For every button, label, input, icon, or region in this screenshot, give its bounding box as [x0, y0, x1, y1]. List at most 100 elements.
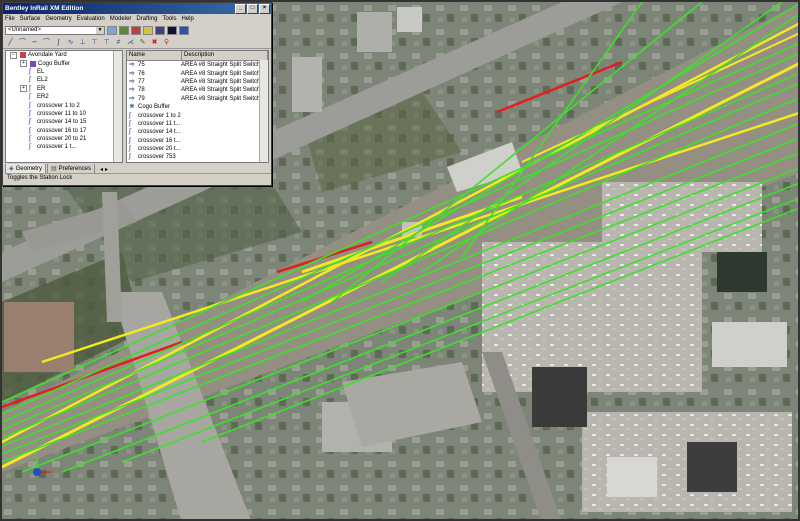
expand-icon[interactable]: + [20, 60, 27, 68]
folder-icon [20, 52, 26, 59]
list-row[interactable]: ∫ crossover 753 [127, 153, 268, 161]
list-row[interactable]: ∫ crossover 14 t... [127, 128, 268, 136]
evaluate-icon[interactable] [131, 25, 141, 35]
alignment-icon: ∫ [129, 111, 131, 119]
menu-help[interactable]: Help [181, 16, 193, 22]
station-tool-icon[interactable]: ⊤ [89, 38, 100, 47]
edit-tool-icon[interactable]: ✎ [137, 38, 148, 47]
list-row[interactable]: ∫ crossover 16 t... [127, 137, 268, 145]
display-icon[interactable] [167, 25, 177, 35]
tree-item-label: crossover 16 to 17 [37, 127, 87, 134]
status-bar: Toggles the Station Lock [5, 173, 271, 183]
expand-icon[interactable]: + [20, 85, 27, 93]
list-row-description: AREA #8 Straight Split Switch [181, 70, 261, 77]
tree-item-label: ER2 [37, 94, 49, 101]
tree-pane[interactable]: − Avondale Yard + Cogo Buffer ∫ EL ∫ EL2… [5, 50, 123, 163]
tree-scrollbar[interactable] [113, 51, 122, 162]
alignment-icon: ∫ [129, 119, 131, 127]
surface-icon[interactable] [119, 25, 129, 35]
alignment-icon: ∫ [129, 153, 131, 161]
list-row-name: ∫ crossover 11 t... [127, 119, 181, 127]
alignment-icon: ∫ [29, 109, 31, 117]
list-row-description: AREA #8 Straight Split Switch [181, 87, 261, 94]
list-row-name: ⥤ 75 [127, 61, 181, 69]
tree-item[interactable]: ∫ crossover 20 to 21 [6, 135, 122, 143]
menu-drafting[interactable]: Drafting [136, 16, 157, 22]
alignment-icon: ∫ [29, 84, 31, 92]
tree-item[interactable]: ∫ crossover 14 to 15 [6, 118, 122, 126]
inrail-window[interactable]: Bentley InRail XM Edition _ □ × File Sur… [2, 2, 272, 186]
spiral-tool-icon[interactable]: ∫ [53, 38, 64, 47]
draft-icon[interactable] [155, 25, 165, 35]
list-row-name-text: crossover 16 t... [138, 137, 181, 144]
minimize-button[interactable]: _ [235, 3, 246, 14]
tab-scroll-right-icon[interactable]: ▸ [105, 166, 108, 173]
close-button[interactable]: × [259, 3, 270, 14]
list-row[interactable]: ⥤ 78 AREA #8 Straight Split Switch [127, 86, 268, 94]
toolbar-top: <Unnamed> ▼ [3, 24, 271, 36]
turnout-tool-icon[interactable]: ⋌ [125, 38, 136, 47]
menu-geometry[interactable]: Geometry [45, 16, 71, 22]
tree-item[interactable]: ∫ crossover 11 to 10 [6, 110, 122, 118]
menu-bar: File Surface Geometry Evaluation Modeler… [3, 14, 271, 24]
list-pane[interactable]: Name Description ⥤ 75 AREA #8 Straight Spl… [126, 50, 269, 163]
line-tool-icon[interactable]: ╱ [5, 38, 16, 47]
list-row-name-text: crossover 753 [138, 154, 176, 161]
list-row[interactable]: ⥤ 76 AREA #8 Straight Split Switch [127, 69, 268, 77]
tree-item[interactable]: − Avondale Yard [6, 51, 122, 59]
menu-modeler[interactable]: Modeler [110, 16, 132, 22]
open-icon[interactable] [107, 25, 117, 35]
list-scrollbar[interactable] [259, 60, 268, 162]
polyline-tool-icon[interactable]: ⌒ [17, 38, 28, 47]
list-row[interactable]: ⋇ Cogo Buffer [127, 103, 268, 111]
tree-item[interactable]: ∫ crossover 1 to 2 [6, 101, 122, 109]
list-row-name-text: 75 [138, 62, 145, 69]
alignment-icon: ∫ [29, 118, 31, 126]
list-row[interactable]: ⥤ 75 AREA #8 Straight Split Switch [127, 61, 268, 69]
cogo-icon [30, 60, 36, 67]
tree-item-label: Cogo Buffer [38, 60, 70, 67]
tree-item[interactable]: ∫ crossover 1 t... [6, 143, 122, 151]
tree-item[interactable]: ∫ crossover 16 to 17 [6, 127, 122, 135]
chevron-down-icon[interactable]: ▼ [96, 26, 104, 34]
switch-tool-icon[interactable]: ≠ [113, 38, 124, 47]
list-row[interactable]: ⥤ 79 AREA #8 Straight Split Switch [127, 95, 268, 103]
collapse-icon[interactable]: − [10, 51, 17, 59]
menu-file[interactable]: File [5, 16, 15, 22]
tangent-tool-icon[interactable]: ⊥ [77, 38, 88, 47]
offset-tool-icon[interactable]: ⊤ [101, 38, 112, 47]
arc-tool-icon[interactable]: ⌒ [41, 38, 52, 47]
tab-scroll-left-icon[interactable]: ◂ [100, 166, 103, 173]
tools-icon[interactable] [179, 25, 189, 35]
project-combo[interactable]: <Unnamed> ▼ [5, 25, 105, 35]
tree-item[interactable]: + Cogo Buffer [6, 59, 122, 68]
menu-tools[interactable]: Tools [162, 16, 176, 22]
alignment-icon: ∫ [29, 67, 31, 75]
switch-icon: ⥤ [129, 86, 135, 94]
curve-tool-icon[interactable]: ∽ [29, 38, 40, 47]
list-row[interactable]: ∫ crossover 11 t... [127, 120, 268, 128]
explorer-panes: − Avondale Yard + Cogo Buffer ∫ EL ∫ EL2… [5, 50, 269, 163]
column-name-header[interactable]: Name [127, 51, 182, 60]
list-row[interactable]: ∫ crossover 20 t... [127, 145, 268, 153]
delete-tool-icon[interactable]: ✖ [149, 38, 160, 47]
menu-evaluation[interactable]: Evaluation [77, 16, 105, 22]
column-description-header[interactable]: Description [182, 51, 268, 60]
list-row[interactable]: ∫ crossover 1 to 2 [127, 111, 268, 119]
menu-surface[interactable]: Surface [20, 16, 41, 22]
tree-item[interactable]: ∫ EL [6, 68, 122, 76]
model-icon[interactable] [143, 25, 153, 35]
tree-item[interactable]: ∫ ER2 [6, 93, 122, 101]
tree-item-label: crossover 11 to 10 [37, 110, 86, 117]
list-row[interactable]: ⥤ 77 AREA #8 Straight Split Switch [127, 78, 268, 86]
switch-icon: ⥤ [129, 61, 135, 69]
tree-item[interactable]: ∫ EL2 [6, 76, 122, 84]
station-lock-icon[interactable]: ⚲ [161, 38, 172, 47]
tree-item[interactable]: + ∫ ER [6, 85, 122, 93]
title-bar[interactable]: Bentley InRail XM Edition _ □ × [3, 3, 271, 14]
maximize-button[interactable]: □ [247, 3, 258, 14]
list-row-name-text: crossover 20 t... [138, 146, 181, 153]
alignment-icon: ∫ [29, 135, 31, 143]
alignment-icon: ∫ [29, 126, 31, 134]
reverse-curve-icon[interactable]: ∿ [65, 38, 76, 47]
